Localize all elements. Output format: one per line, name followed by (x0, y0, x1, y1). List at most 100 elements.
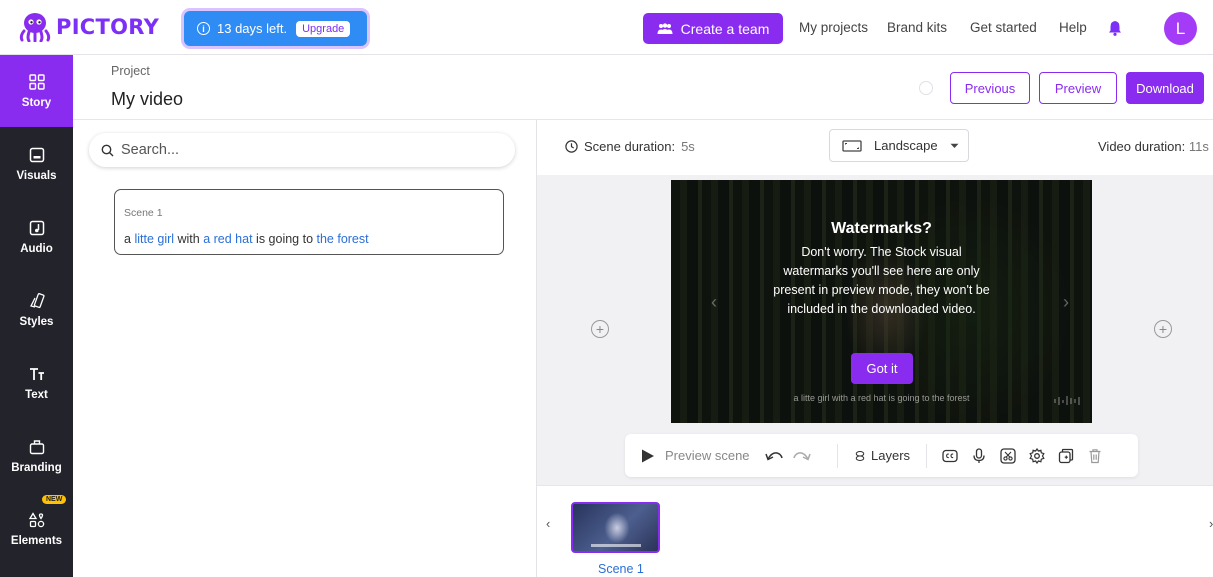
chevron-down-icon (950, 143, 959, 148)
undo-button[interactable] (764, 434, 784, 477)
microphone-icon (973, 447, 985, 463)
preview-scene-button[interactable]: Preview scene (640, 434, 750, 477)
scene-keyword[interactable]: a red hat (203, 232, 252, 246)
search-input[interactable] (121, 142, 421, 158)
new-badge: NEW (42, 495, 67, 504)
scene-duration-value: 5s (681, 139, 695, 154)
got-it-button[interactable]: Got it (851, 353, 913, 384)
duplicate-scene-button[interactable] (1058, 434, 1074, 477)
sidebar-item-branding[interactable]: Branding (0, 420, 73, 492)
header-divider (73, 119, 1213, 120)
scene-toolbar: Preview scene Layers (625, 434, 1138, 477)
search-bar[interactable] (89, 133, 515, 167)
saving-spinner-icon (919, 81, 933, 95)
redo-button[interactable] (792, 434, 812, 477)
video-preview-frame[interactable]: ‹ › Watermarks? Don't worry. The Stock v… (671, 180, 1092, 423)
thumbnail-caption-bar (591, 544, 641, 547)
scissors-icon (1000, 447, 1016, 464)
preview-scene-label: Preview scene (665, 448, 750, 463)
timeline-scene-label[interactable]: Scene 1 (598, 562, 644, 576)
delete-scene-button[interactable] (1087, 434, 1103, 477)
sidebar-item-label: Styles (19, 315, 54, 328)
transition-button[interactable] (1000, 434, 1016, 477)
sidebar-item-styles[interactable]: Styles (0, 274, 73, 346)
sidebar-item-label: Branding (11, 461, 62, 474)
captions-button[interactable] (942, 434, 958, 477)
search-icon (101, 144, 114, 156)
voiceover-button[interactable] (971, 434, 987, 477)
sidebar-item-story[interactable]: Story (0, 55, 73, 127)
scene-text[interactable]: a litte girl with a red hat is going to … (124, 232, 369, 246)
sidebar-item-label: Visuals (16, 169, 57, 182)
scene-duration: Scene duration: 5s (565, 139, 695, 154)
toolbar-divider (926, 444, 927, 468)
prev-visual-icon: ‹ (711, 292, 717, 312)
scene-settings-button[interactable] (1029, 434, 1045, 477)
watermark-message: Don't worry. The Stock visual watermarks… (773, 245, 990, 316)
octopus-logo-icon (19, 13, 51, 42)
undo-icon (765, 451, 783, 461)
download-button[interactable]: Download (1126, 72, 1204, 104)
add-scene-before-icon[interactable]: + (591, 320, 609, 338)
swatches-icon (29, 292, 45, 308)
timeline-scroll-right-icon[interactable]: › (1209, 516, 1213, 531)
pictory-logo[interactable]: PICTORY (18, 12, 159, 42)
trash-icon (1089, 448, 1101, 463)
notification-bell-icon[interactable] (1108, 20, 1122, 36)
briefcase-icon (29, 439, 44, 454)
project-label: Project (111, 64, 150, 78)
layers-icon (855, 450, 865, 461)
video-duration-value: 11s (1188, 139, 1209, 154)
music-note-icon (29, 220, 44, 235)
sidebar-item-visuals[interactable]: Visuals (0, 128, 73, 200)
landscape-icon (842, 139, 862, 152)
timeline-divider (537, 485, 1213, 486)
project-title[interactable]: My video (111, 89, 183, 110)
nav-get-started[interactable]: Get started (970, 20, 1037, 35)
sidebar-item-label: Elements (10, 534, 63, 547)
duplicate-icon (1058, 448, 1074, 463)
scene-text-plain: is going to (252, 232, 317, 246)
play-icon (642, 449, 654, 462)
upgrade-button[interactable]: Upgrade (296, 20, 351, 37)
scene-keyword[interactable]: litte girl (134, 232, 174, 246)
scene-card[interactable]: Scene 1 a litte girl with a red hat is g… (114, 189, 504, 255)
user-avatar[interactable]: L (1164, 12, 1197, 45)
orientation-dropdown[interactable]: Landscape (829, 129, 969, 162)
gear-icon (1029, 447, 1045, 464)
orientation-value: Landscape (874, 138, 938, 153)
layers-button[interactable]: Layers (854, 434, 910, 477)
sidebar-item-text[interactable]: Text (0, 347, 73, 419)
timeline-scroll-left-icon[interactable]: ‹ (546, 516, 550, 531)
scene-label: Scene 1 (124, 207, 163, 219)
team-icon (657, 22, 673, 34)
sidebar-item-audio[interactable]: Audio (0, 201, 73, 273)
layers-label: Layers (871, 448, 911, 463)
watermark-title: Watermarks? (831, 220, 932, 237)
video-caption: a litte girl with a red hat is going to … (793, 393, 970, 403)
scene-text-plain: a (124, 232, 135, 246)
audio-wave-icon (1054, 396, 1080, 405)
nav-help[interactable]: Help (1059, 20, 1087, 35)
layout-grid-icon (28, 73, 45, 90)
create-team-label: Create a team (680, 20, 770, 37)
logo-text: PICTORY (56, 15, 160, 39)
toolbar-divider (837, 444, 838, 468)
redo-icon (793, 451, 811, 461)
create-team-button[interactable]: Create a team (643, 13, 783, 44)
top-bar: PICTORY i 13 days left. Upgrade Create a… (0, 0, 1213, 55)
scene-keyword[interactable]: the forest (317, 232, 369, 246)
timeline-scene-thumbnail[interactable] (571, 502, 660, 553)
nav-brand-kits[interactable]: Brand kits (887, 20, 947, 35)
previous-button[interactable]: Previous (950, 72, 1030, 104)
sidebar-item-label: Text (25, 388, 48, 401)
next-visual-icon: › (1063, 292, 1069, 312)
add-scene-after-icon[interactable]: + (1154, 320, 1172, 338)
sidebar-item-elements[interactable]: NEW Elements (0, 493, 73, 565)
preview-button[interactable]: Preview (1039, 72, 1117, 104)
video-duration-label: Video duration: (1098, 139, 1186, 154)
clock-icon (565, 140, 578, 153)
nav-my-projects[interactable]: My projects (799, 20, 868, 35)
trial-text: 13 days left. (217, 21, 288, 36)
image-icon (29, 147, 44, 162)
